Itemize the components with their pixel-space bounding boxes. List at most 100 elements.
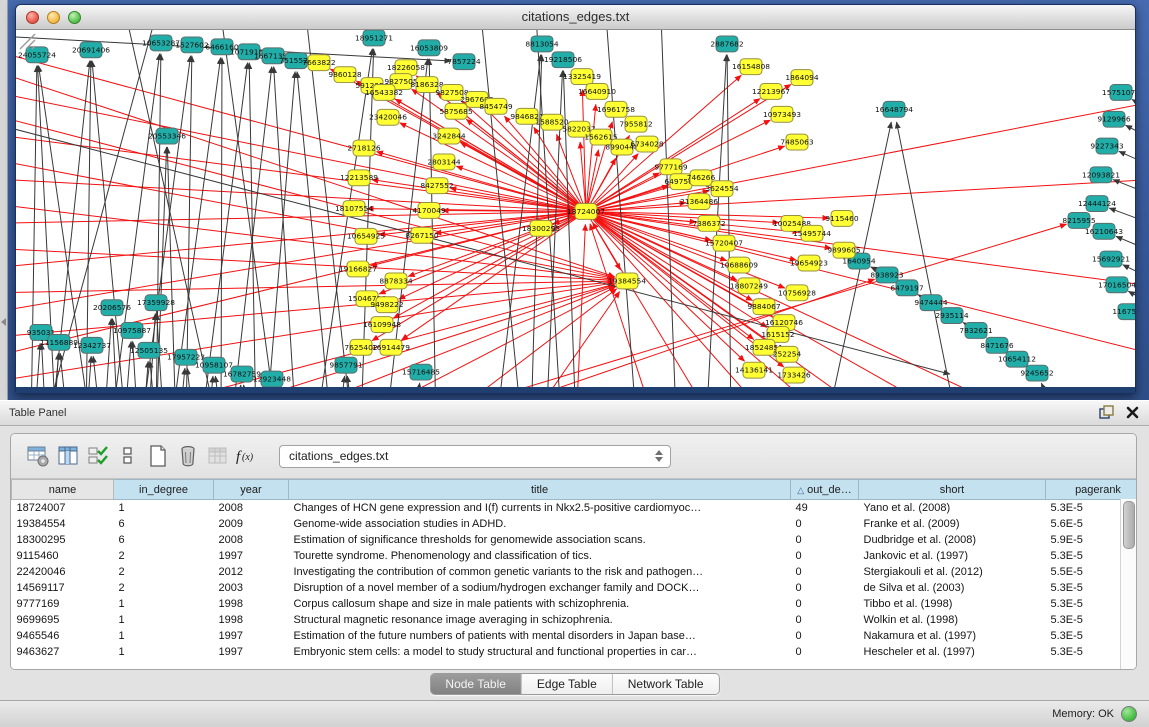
column-header-short[interactable]: short (859, 480, 1046, 500)
tab-node-table[interactable]: Node Table (430, 674, 522, 694)
column-header-pagerank[interactable]: pagerank (1046, 480, 1138, 500)
column-header-year[interactable]: year (214, 480, 289, 500)
graph-node-label: 9857791 (329, 361, 363, 370)
column-header-out_de[interactable]: △out_de… (791, 480, 859, 500)
table-cell: 0 (791, 596, 859, 612)
table-cell: 0 (791, 564, 859, 580)
graph-node-label: 12213967 (752, 87, 790, 96)
sort-ascending-icon: △ (797, 485, 804, 495)
black-edge (167, 147, 176, 387)
graph-node-label: 15720407 (705, 239, 743, 248)
table-row[interactable]: 1872400712008Changes of HCN gene express… (12, 500, 1138, 517)
graph-node-label: 8267150 (405, 231, 439, 240)
table-cell: Yano et al. (2008) (859, 500, 1046, 517)
graph-node-label: 9245652 (1020, 369, 1053, 378)
column-header-title[interactable]: title (289, 480, 791, 500)
table-row[interactable]: 969969511998Structural magnetic resonanc… (12, 612, 1138, 628)
network-window[interactable]: citations_edges.txt 24055724206914061065… (15, 4, 1136, 394)
column-header-name[interactable]: name (12, 480, 114, 500)
graph-node-label: 12444124 (1078, 199, 1116, 208)
table-row[interactable]: 911546021997Tourette syndrome. Phenomeno… (12, 548, 1138, 564)
graph-node-label: 12342737 (73, 341, 111, 350)
table-columns-icon[interactable] (53, 442, 83, 470)
graph-node-label: 1864094 (785, 73, 819, 82)
black-edge (179, 368, 185, 387)
select-columns-icon[interactable] (83, 442, 113, 470)
tab-edge-table[interactable]: Edge Table (522, 674, 613, 694)
minimize-window-icon[interactable] (47, 11, 60, 24)
zoom-window-icon[interactable] (68, 11, 81, 24)
table-cell: Embryonic stem cells: a model to study s… (289, 644, 791, 660)
table-row[interactable]: 2242004622012Investigating the contribut… (12, 564, 1138, 580)
graph-node-label: 8471676 (980, 341, 1014, 350)
network-canvas[interactable]: 2405572420691406106532871527602646616010… (16, 30, 1135, 393)
function-builder-icon[interactable]: f (x) (233, 442, 263, 470)
float-panel-icon[interactable] (1099, 405, 1114, 420)
table-cell: 9699695 (12, 612, 114, 628)
red-edge (16, 283, 614, 382)
graph-node-label: 16961758 (597, 105, 635, 114)
column-header-in_degree[interactable]: in_degree (114, 480, 214, 500)
graph-node-label: 19166827 (339, 265, 377, 274)
delete-table-icon[interactable] (173, 442, 203, 470)
table-row[interactable]: 1830029562008Estimation of significance … (12, 532, 1138, 548)
graph-node-label: 19654923 (790, 259, 828, 268)
table-cell: 9777169 (12, 596, 114, 612)
resize-grip-icon[interactable] (16, 30, 36, 50)
graph-node-label: 2935114 (935, 311, 969, 320)
graph-node-label: 16914479 (372, 343, 410, 352)
network-svg: 2405572420691406106532871527602646616010… (16, 30, 1135, 387)
table-settings-icon[interactable] (23, 442, 53, 470)
table-cell: 9115460 (12, 548, 114, 564)
graph-node-label: 21364486 (680, 197, 718, 206)
graph-node-label: 12093821 (1082, 170, 1120, 179)
graph-node-label: 16120746 (765, 318, 803, 327)
graph-node-label: 16210643 (1085, 227, 1123, 236)
table-row[interactable]: 1456911722003Disruption of a novel membe… (12, 580, 1138, 596)
panel-expand-arrow-icon[interactable] (1, 318, 6, 326)
graph-node-label: 12505135 (130, 346, 168, 355)
table-row[interactable]: 946362711997Embryonic stem cells: a mode… (12, 644, 1138, 660)
table-cell: Dudbridge et al. (2008) (859, 532, 1046, 548)
table-scrollbar-thumb[interactable] (1123, 501, 1135, 549)
black-edge (1109, 208, 1135, 225)
network-window-titlebar[interactable]: citations_edges.txt (16, 5, 1135, 30)
black-edge (727, 55, 731, 387)
graph-node-label: 17016504 (1098, 280, 1135, 289)
black-edge (187, 368, 194, 387)
black-edge (897, 122, 956, 387)
table-cell: 2008 (214, 500, 289, 517)
graph-node-label: 10756928 (778, 288, 816, 297)
graph-node-label: 16648794 (875, 105, 913, 114)
graph-node-label: 10958107 (195, 361, 233, 370)
graph-node-label: 20206576 (93, 303, 131, 312)
table-scrollbar[interactable] (1120, 499, 1136, 669)
graph-node-label: 9227343 (1090, 142, 1124, 151)
table-row[interactable]: 946554611997Estimation of the future num… (12, 628, 1138, 644)
graph-node-label: 8427552 (420, 181, 453, 190)
graph-node-label: 252254 (773, 350, 802, 359)
red-edge (16, 281, 614, 293)
memory-ok-indicator-icon (1121, 706, 1137, 722)
graph-node-label: 8813054 (525, 39, 559, 48)
black-edge (361, 49, 374, 387)
table-panel-header[interactable]: Table Panel (0, 400, 1149, 426)
collapsed-side-panel[interactable] (0, 0, 8, 400)
graph-node-label: 18724007 (567, 207, 605, 216)
table-selector-dropdown[interactable]: citations_edges.txt (279, 445, 671, 468)
black-edge (429, 59, 436, 387)
graph-node-label: 9899605 (827, 246, 861, 255)
desktop-background: citations_edges.txt 24055724206914061065… (0, 0, 1149, 400)
close-panel-icon[interactable] (1126, 406, 1139, 419)
table-tabs: Node TableEdge TableNetwork Table (429, 673, 719, 695)
table-row[interactable]: 1938455462009Genome-wide association stu… (12, 516, 1138, 532)
new-table-icon[interactable] (143, 442, 173, 470)
tab-network-table[interactable]: Network Table (613, 674, 719, 694)
graph-node-label: 7386372 (692, 219, 725, 228)
status-bar: Memory: OK (0, 700, 1149, 727)
table-row[interactable]: 977716911998Corpus callosum shape and si… (12, 596, 1138, 612)
close-window-icon[interactable] (26, 11, 39, 24)
row-height-icon[interactable] (113, 442, 143, 470)
table-cell: 1 (114, 596, 214, 612)
table-cell: 0 (791, 644, 859, 660)
